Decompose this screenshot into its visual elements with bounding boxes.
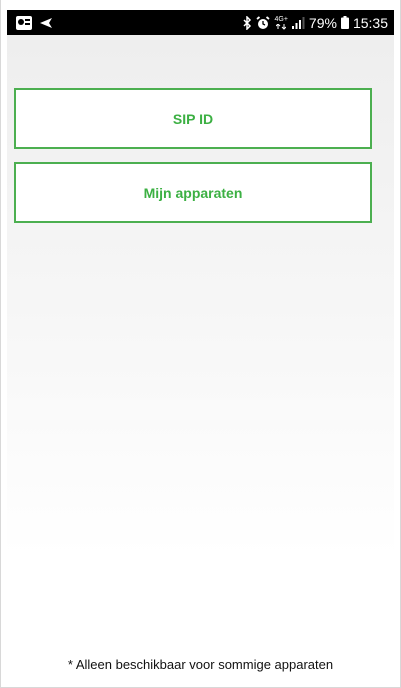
battery-percent: 79% bbox=[308, 14, 337, 31]
notification-icon bbox=[15, 15, 33, 31]
send-icon bbox=[39, 17, 53, 29]
clock-time: 15:35 bbox=[352, 14, 388, 31]
my-devices-button[interactable]: Mijn apparaten bbox=[14, 162, 372, 223]
status-bar: 4G+ 79% 15:35 bbox=[7, 10, 394, 35]
battery-icon bbox=[340, 16, 349, 29]
signal-icon bbox=[291, 16, 305, 29]
sip-id-button-label: SIP ID bbox=[172, 110, 214, 127]
network-icon: 4G+ bbox=[274, 15, 288, 30]
my-devices-button-label: Mijn apparaten bbox=[143, 184, 243, 201]
availability-footnote: * Alleen beschikbaar voor sommige appara… bbox=[67, 657, 334, 672]
main-content: SIP ID Mijn apparaten * Alleen beschikba… bbox=[7, 35, 394, 687]
app-frame: 4G+ 79% 15:35 SIP ID Mijn apparaten * Al… bbox=[0, 0, 401, 688]
alarm-icon bbox=[256, 15, 271, 30]
status-bar-right: 4G+ 79% 15:35 bbox=[243, 15, 388, 31]
sip-id-button[interactable]: SIP ID bbox=[14, 88, 372, 149]
status-bar-left bbox=[15, 15, 53, 31]
network-type-label: 4G+ bbox=[274, 15, 288, 23]
bluetooth-icon bbox=[243, 15, 252, 30]
